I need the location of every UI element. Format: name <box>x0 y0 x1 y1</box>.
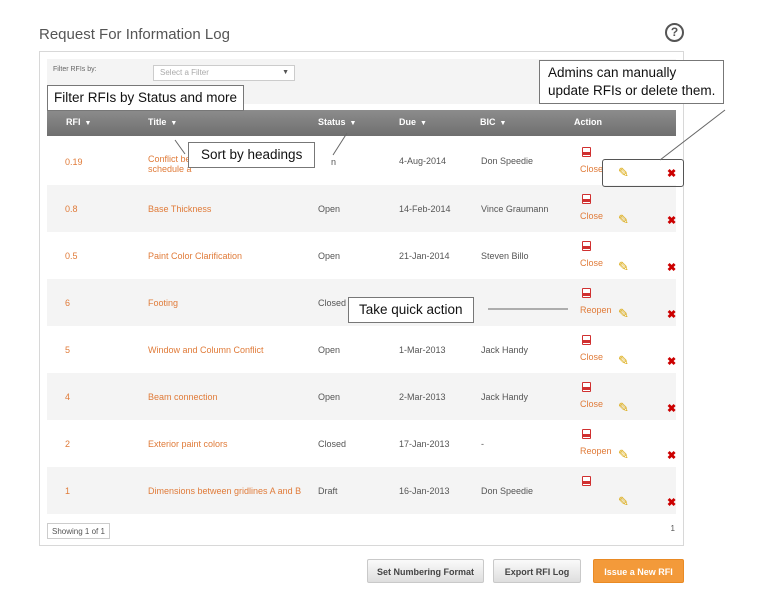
callout-filter: Filter RFIs by Status and more <box>47 85 245 111</box>
callout-admin: Admins can manually update RFIs or delete… <box>539 60 725 104</box>
callout-sort: Sort by headings <box>188 142 316 168</box>
callout-quick-action: Take quick action <box>348 297 474 323</box>
